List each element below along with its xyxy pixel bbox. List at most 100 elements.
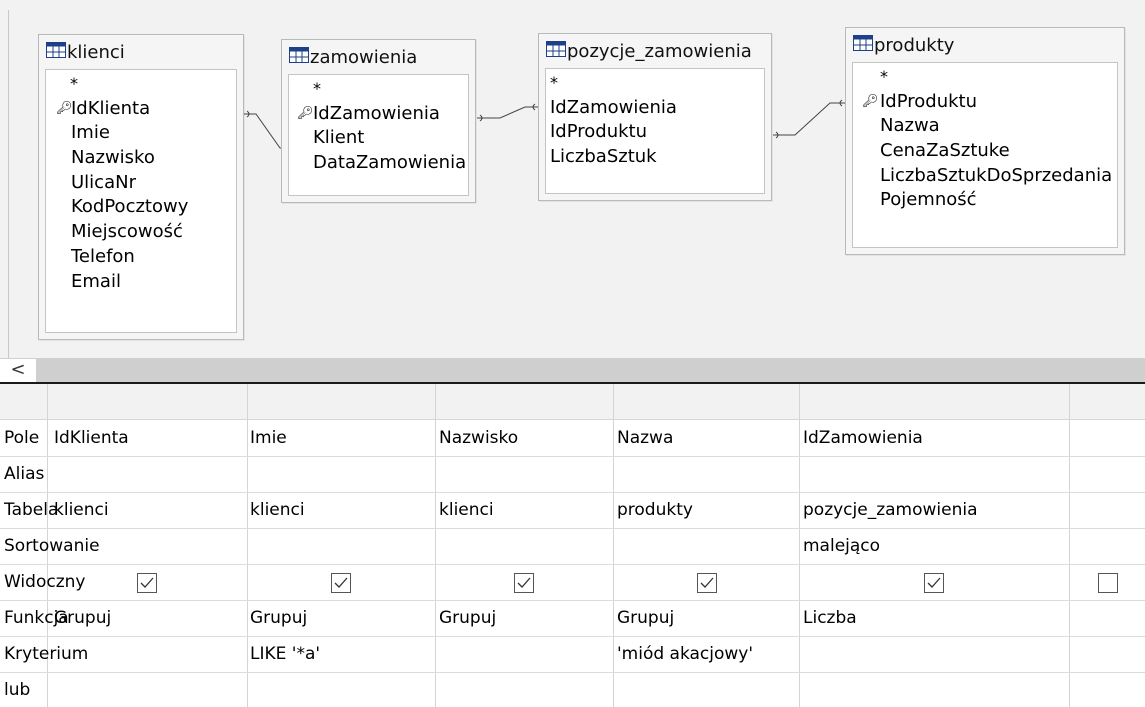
key-icon: 🔑︎ bbox=[297, 105, 314, 121]
field-miejscowosc[interactable]: Miejscowość bbox=[46, 220, 236, 245]
field-kodpocztowy[interactable]: KodPocztowy bbox=[46, 195, 236, 220]
row-divider bbox=[0, 672, 1145, 673]
field-pojemnosc[interactable]: Pojemność bbox=[853, 188, 1117, 213]
cell-pole[interactable]: IdKlienta bbox=[54, 420, 129, 457]
field-cenazasztuke[interactable]: CenaZaSztuke bbox=[853, 139, 1117, 164]
visible-checkbox[interactable] bbox=[924, 573, 944, 593]
relation-design-area[interactable]: klienci * 🔑︎ IdKlienta Imie Nazwisko Ulic… bbox=[0, 0, 1145, 358]
checkmark-icon bbox=[927, 577, 941, 588]
relation-window-zamowienia[interactable]: zamowienia * 🔑︎ IdZamowienia Klient DataZ… bbox=[281, 39, 476, 203]
field-ulicanr[interactable]: UlicaNr bbox=[46, 171, 236, 196]
field-list[interactable]: * IdZamowienia IdProduktu LiczbaSztuk bbox=[545, 68, 765, 194]
table-grid-icon bbox=[853, 34, 873, 56]
field-nazwa[interactable]: Nazwa bbox=[853, 114, 1117, 139]
row-divider bbox=[0, 564, 1145, 565]
field-list[interactable]: * 🔑︎ IdKlienta Imie Nazwisko UlicaNr KodP… bbox=[45, 69, 237, 333]
row-label-kryterium: Kryterium bbox=[4, 644, 89, 664]
checkmark-icon bbox=[140, 577, 154, 588]
column-header-row[interactable] bbox=[0, 384, 1145, 420]
field-all[interactable]: * bbox=[46, 72, 236, 97]
field-list[interactable]: * 🔑︎ IdProduktu Nazwa CenaZaSztuke Liczba… bbox=[852, 62, 1118, 248]
visible-checkbox[interactable] bbox=[137, 573, 157, 593]
row-divider bbox=[0, 636, 1145, 637]
cell-tabela[interactable]: produkty bbox=[617, 492, 693, 529]
design-area-left-border bbox=[8, 10, 9, 358]
cell-tabela[interactable]: klienci bbox=[250, 492, 305, 529]
table-grid-icon bbox=[289, 46, 309, 68]
link-pozycje-produkty bbox=[773, 99, 845, 139]
field-idzamowienia[interactable]: 🔑︎ IdZamowienia bbox=[289, 102, 468, 127]
visible-checkbox[interactable] bbox=[331, 573, 351, 593]
cell-tabela[interactable]: klienci bbox=[439, 492, 494, 529]
field-liczbasztukdosprzedania[interactable]: LiczbaSztukDoSprzedania bbox=[853, 164, 1117, 189]
cell-kryterium[interactable]: LIKE '*a' bbox=[250, 636, 320, 673]
visible-checkbox[interactable] bbox=[697, 573, 717, 593]
relation-header-pozycje-zamowienia[interactable]: pozycje_zamowienia bbox=[539, 34, 771, 68]
key-icon: 🔑︎ bbox=[56, 100, 73, 116]
relation-title: pozycje_zamowienia bbox=[567, 40, 752, 62]
table-grid-icon bbox=[46, 41, 66, 63]
row-label-sortowanie: Sortowanie bbox=[4, 536, 100, 556]
row-label-alias: Alias bbox=[4, 464, 45, 484]
row-divider bbox=[0, 456, 1145, 457]
relation-header-klienci[interactable]: klienci bbox=[39, 35, 243, 69]
column-divider bbox=[435, 384, 436, 707]
cell-funkcja[interactable]: Grupuj bbox=[439, 600, 496, 637]
relation-header-produkty[interactable]: produkty bbox=[846, 28, 1124, 62]
field-all[interactable]: * bbox=[289, 77, 468, 102]
cell-sortowanie[interactable]: malejąco bbox=[803, 528, 880, 565]
cell-tabela[interactable]: klienci bbox=[54, 492, 109, 529]
field-idklienta[interactable]: 🔑︎ IdKlienta bbox=[46, 97, 236, 122]
field-all[interactable]: * bbox=[546, 71, 764, 96]
field-imie[interactable]: Imie bbox=[46, 121, 236, 146]
relation-window-pozycje-zamowienia[interactable]: pozycje_zamowienia * IdZamowienia IdProd… bbox=[538, 33, 772, 201]
scrollbar-thumb[interactable] bbox=[36, 359, 1145, 382]
field-email[interactable]: Email bbox=[46, 270, 236, 295]
horizontal-scrollbar[interactable]: < bbox=[0, 358, 1145, 382]
field-idproduktu[interactable]: IdProduktu bbox=[546, 120, 764, 145]
cell-kryterium[interactable]: 'miód akacjowy' bbox=[617, 636, 753, 673]
key-icon: 🔑︎ bbox=[862, 93, 879, 109]
relation-header-zamowienia[interactable]: zamowienia bbox=[282, 40, 475, 74]
row-label-widoczny: Widoczny bbox=[4, 572, 86, 592]
cell-pole[interactable]: Nazwisko bbox=[439, 420, 518, 457]
column-divider bbox=[799, 384, 800, 707]
checkmark-icon bbox=[700, 577, 714, 588]
cell-pole[interactable]: Imie bbox=[250, 420, 287, 457]
field-idzamowienia[interactable]: IdZamowienia bbox=[546, 96, 764, 121]
column-divider bbox=[1069, 384, 1070, 707]
field-nazwisko[interactable]: Nazwisko bbox=[46, 146, 236, 171]
field-klient[interactable]: Klient bbox=[289, 126, 468, 151]
row-divider bbox=[0, 600, 1145, 601]
field-telefon[interactable]: Telefon bbox=[46, 245, 236, 270]
relation-window-klienci[interactable]: klienci * 🔑︎ IdKlienta Imie Nazwisko Ulic… bbox=[38, 34, 244, 340]
relation-title: produkty bbox=[874, 34, 955, 56]
field-datazamowienia[interactable]: DataZamowienia bbox=[289, 151, 468, 176]
field-list[interactable]: * 🔑︎ IdZamowienia Klient DataZamowienia bbox=[288, 74, 469, 196]
row-label-lub: lub bbox=[4, 680, 31, 700]
scroll-left-button[interactable]: < bbox=[0, 359, 36, 382]
visible-checkbox[interactable] bbox=[514, 573, 534, 593]
cell-funkcja[interactable]: Grupuj bbox=[250, 600, 307, 637]
visible-checkbox[interactable] bbox=[1098, 573, 1118, 593]
row-label-pole: Pole bbox=[4, 428, 40, 448]
column-divider bbox=[247, 384, 248, 707]
link-zamowienia-pozycje bbox=[477, 103, 538, 122]
relation-title: zamowienia bbox=[310, 46, 418, 68]
field-idproduktu[interactable]: 🔑︎ IdProduktu bbox=[853, 90, 1117, 115]
cell-tabela[interactable]: pozycje_zamowienia bbox=[803, 492, 978, 529]
table-grid-icon bbox=[546, 40, 566, 62]
cell-funkcja[interactable]: Grupuj bbox=[54, 600, 111, 637]
relation-window-produkty[interactable]: produkty * 🔑︎ IdProduktu Nazwa CenaZaSztu… bbox=[845, 27, 1125, 255]
field-all[interactable]: * bbox=[853, 65, 1117, 90]
cell-pole[interactable]: IdZamowienia bbox=[803, 420, 923, 457]
column-divider bbox=[613, 384, 614, 707]
cell-funkcja[interactable]: Liczba bbox=[803, 600, 857, 637]
cell-pole[interactable]: Nazwa bbox=[617, 420, 673, 457]
checkmark-icon bbox=[334, 577, 348, 588]
cell-funkcja[interactable]: Grupuj bbox=[617, 600, 674, 637]
query-design-grid[interactable]: Pole Alias Tabela Sortowanie Widoczny Fu… bbox=[0, 384, 1145, 707]
checkmark-icon bbox=[517, 577, 531, 588]
field-liczbasztuk[interactable]: LiczbaSztuk bbox=[546, 145, 764, 170]
row-label-tabela: Tabela bbox=[4, 500, 59, 520]
